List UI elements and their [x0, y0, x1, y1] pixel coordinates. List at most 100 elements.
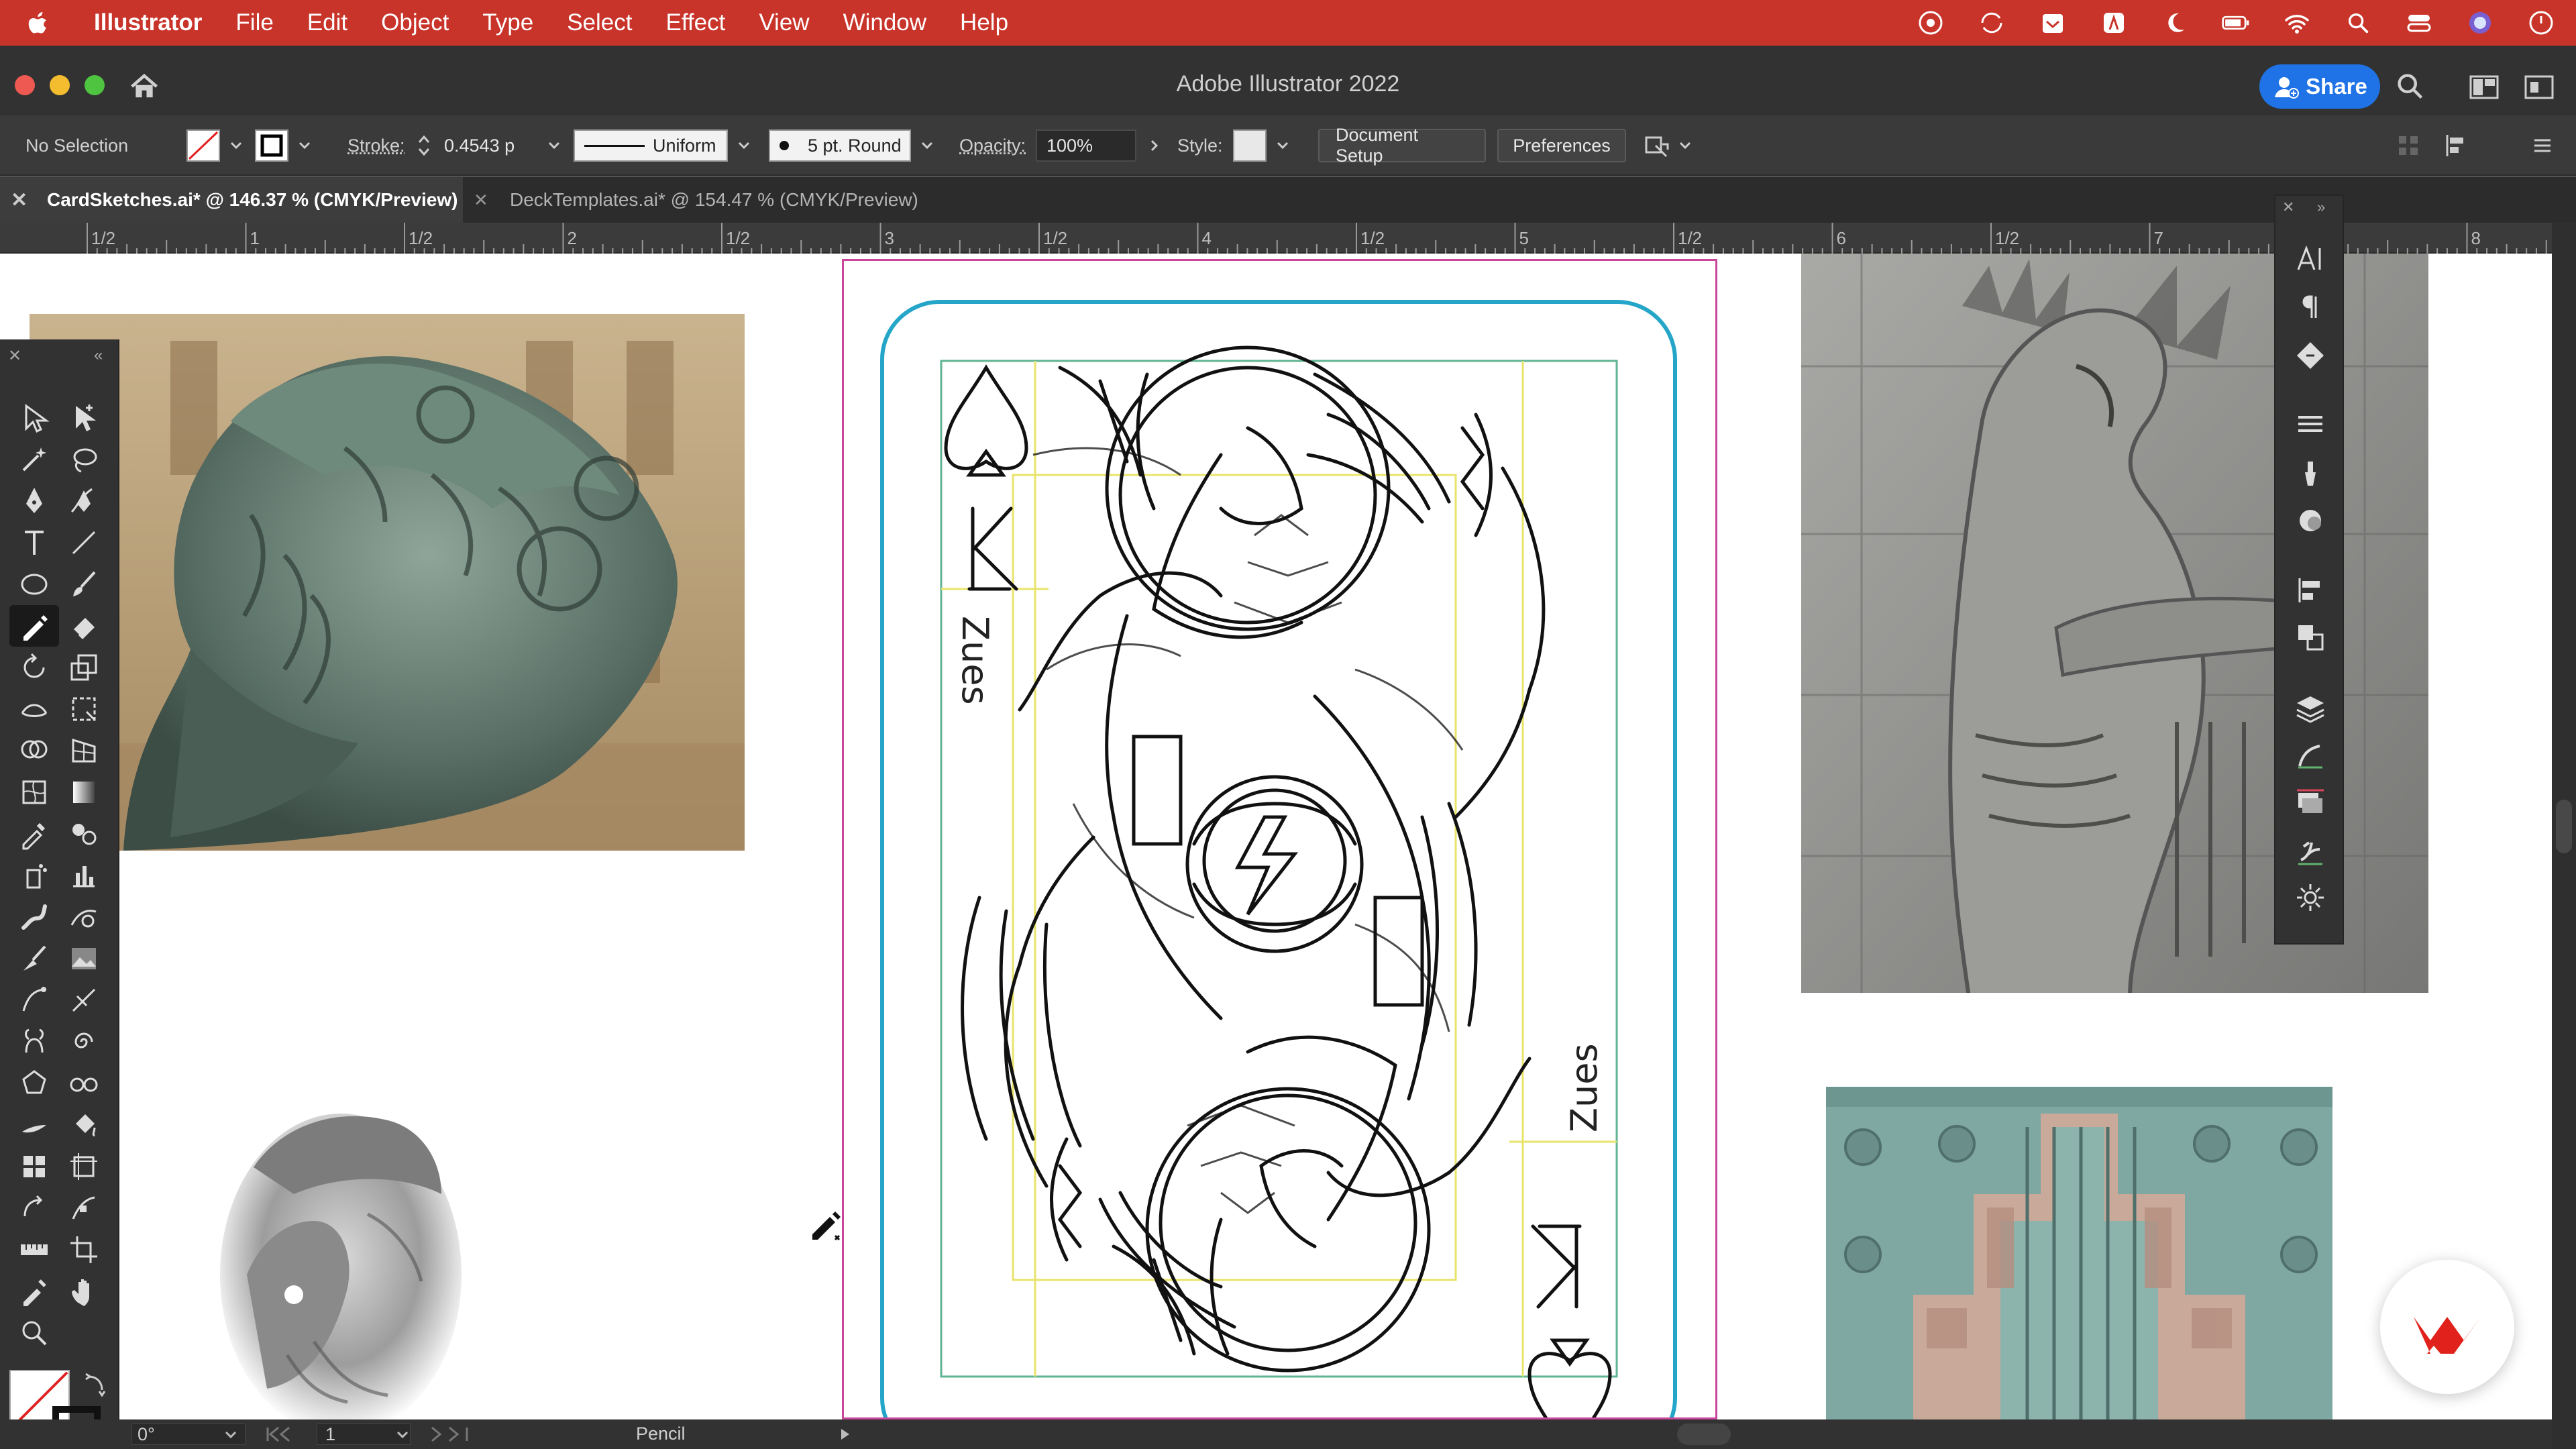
- artboard-image-tool-icon[interactable]: [59, 938, 109, 979]
- window-minimize-button[interactable]: [50, 75, 70, 95]
- align-objects-icon[interactable]: [2442, 132, 2469, 159]
- stroke-weight-chevron-icon[interactable]: [547, 141, 561, 150]
- expand-dock-icon[interactable]: »: [2317, 199, 2325, 216]
- reference-photo-bronze-statue[interactable]: [30, 314, 745, 851]
- apple-icon[interactable]: [27, 9, 67, 36]
- symbols-panel-icon[interactable]: [2292, 832, 2329, 869]
- menu-effect[interactable]: Effect: [665, 9, 725, 36]
- close-dock-icon[interactable]: ✕: [2282, 199, 2294, 216]
- ruler-tool-icon[interactable]: [9, 1229, 59, 1271]
- pathfinder-panel-icon[interactable]: [2292, 619, 2329, 656]
- document-setup-button[interactable]: Document Setup: [1318, 125, 1486, 166]
- eraser-tool-icon[interactable]: [59, 605, 109, 647]
- tab-decktemplates[interactable]: ✕ DeckTemplates.ai* @ 154.47 % (CMYK/Pre…: [463, 177, 946, 223]
- reference-photo-marble-head[interactable]: [207, 1100, 463, 1419]
- variable-width-profile-select[interactable]: Uniform: [574, 129, 728, 162]
- sync-icon[interactable]: [1977, 8, 2006, 38]
- line-segment-tool-icon[interactable]: [59, 522, 109, 564]
- blend-tool-icon[interactable]: [59, 813, 109, 855]
- reflect-tool-icon[interactable]: [9, 1187, 59, 1229]
- mesh-tool-icon[interactable]: [9, 771, 59, 813]
- panel-toggle-icon[interactable]: [2524, 74, 2555, 101]
- stroke-dropdown-chevron-icon[interactable]: [298, 141, 311, 150]
- panel-menu-icon[interactable]: [2529, 132, 2556, 159]
- horizontal-ruler[interactable]: 1/211/221/231/241/251/261/271/28: [0, 223, 2552, 254]
- siri-icon[interactable]: [2465, 8, 2495, 38]
- workspace-switcher-icon[interactable]: [2469, 74, 2500, 101]
- menu-window[interactable]: Window: [843, 9, 926, 36]
- character-panel-icon[interactable]: [2292, 240, 2329, 278]
- menu-edit[interactable]: Edit: [307, 9, 347, 36]
- menu-help[interactable]: Help: [960, 9, 1008, 36]
- behance-icon[interactable]: [2380, 1260, 2514, 1394]
- wifi-icon[interactable]: [2282, 8, 2312, 38]
- magic-wand-tool-icon[interactable]: [9, 439, 59, 480]
- menu-type[interactable]: Type: [482, 9, 533, 36]
- stroke-swatch[interactable]: [255, 129, 288, 162]
- symbol-sprayer-tool-icon[interactable]: [9, 855, 59, 896]
- brush-chevron-icon[interactable]: [920, 141, 934, 150]
- window-close-button[interactable]: [15, 75, 35, 95]
- swap-colors-icon[interactable]: [82, 1370, 109, 1397]
- smooth-tool-icon[interactable]: [59, 896, 109, 938]
- next-artboard-icon[interactable]: [429, 1426, 483, 1442]
- opacity-arrow-icon[interactable]: [1150, 139, 1159, 152]
- clock-icon[interactable]: [2526, 8, 2556, 38]
- fill-swatch[interactable]: [186, 129, 220, 162]
- menu-object[interactable]: Object: [381, 9, 449, 36]
- crop-tool-icon[interactable]: [59, 1229, 109, 1271]
- polygon-tool-icon[interactable]: [9, 1063, 59, 1104]
- anchor-point-tool-icon[interactable]: [59, 1187, 109, 1229]
- fill-dropdown-chevron-icon[interactable]: [229, 141, 243, 150]
- zoom-tool-icon[interactable]: [9, 1312, 59, 1354]
- hand-tool-icon[interactable]: [59, 1271, 109, 1312]
- spotlight-search-icon[interactable]: [2343, 8, 2373, 38]
- menu-view[interactable]: View: [759, 9, 809, 36]
- arrange-documents-icon[interactable]: [1642, 131, 1672, 160]
- brush-definition-select[interactable]: 5 pt. Round: [769, 129, 911, 162]
- scale-tool-icon[interactable]: [59, 647, 109, 688]
- free-transform-tool-icon[interactable]: [59, 688, 109, 730]
- home-icon[interactable]: [129, 71, 160, 102]
- blob-brush-tool-icon[interactable]: [9, 896, 59, 938]
- twirl-tool-icon[interactable]: [59, 1021, 109, 1063]
- appearance-panel-icon[interactable]: [2292, 879, 2329, 916]
- artboard-chevron-icon[interactable]: [396, 1430, 409, 1440]
- color-guide-panel-icon[interactable]: [2292, 502, 2329, 539]
- close-tools-icon[interactable]: ✕: [8, 346, 21, 366]
- calendar-icon[interactable]: [2038, 8, 2068, 38]
- menu-select[interactable]: Select: [567, 9, 632, 36]
- paintbrush-tool-icon[interactable]: [59, 564, 109, 605]
- menu-file[interactable]: File: [235, 9, 273, 36]
- width-tool-icon[interactable]: [9, 688, 59, 730]
- stroke-label[interactable]: Stroke:: [347, 129, 405, 162]
- menu-app-name[interactable]: Illustrator: [94, 9, 202, 36]
- direct-selection-tool-icon[interactable]: [59, 397, 109, 439]
- pen-tool-icon[interactable]: [9, 480, 59, 522]
- paragraph-panel-icon[interactable]: [2292, 288, 2329, 326]
- horizontal-scroll-thumb[interactable]: [1677, 1424, 1731, 1445]
- arrange-chevron-icon[interactable]: [1678, 141, 1692, 150]
- creative-cloud-icon[interactable]: [1916, 8, 1945, 38]
- share-button[interactable]: Share: [2259, 64, 2380, 109]
- vertical-scroll-thumb[interactable]: [2556, 800, 2572, 853]
- perspective-grid-tool-icon[interactable]: [59, 730, 109, 771]
- status-menu-arrow-icon[interactable]: [840, 1428, 851, 1441]
- profile-chevron-icon[interactable]: [737, 141, 751, 150]
- control-center-icon[interactable]: [2404, 8, 2434, 38]
- bristle-brush-tool-icon[interactable]: [9, 938, 59, 979]
- type-tool-icon[interactable]: [9, 522, 59, 564]
- rotate-tool-icon[interactable]: [9, 647, 59, 688]
- join-tool-icon[interactable]: [9, 979, 59, 1021]
- glasses-tool-icon[interactable]: [59, 1063, 109, 1104]
- brushes-panel-icon[interactable]: [2292, 455, 2329, 492]
- pencil-tool-icon[interactable]: [9, 605, 59, 647]
- layers-panel-icon[interactable]: [2292, 690, 2329, 727]
- close-tab-icon[interactable]: ✕: [11, 189, 34, 212]
- eyedropper-tool-icon[interactable]: [9, 813, 59, 855]
- window-zoom-button[interactable]: [85, 75, 105, 95]
- first-artboard-icon[interactable]: [265, 1426, 299, 1442]
- column-graph-tool-icon[interactable]: [59, 855, 109, 896]
- tab-cardsketches[interactable]: ✕ CardSketches.ai* @ 146.37 % (CMYK/Prev…: [0, 177, 463, 223]
- knife-tool-icon[interactable]: [9, 1104, 59, 1146]
